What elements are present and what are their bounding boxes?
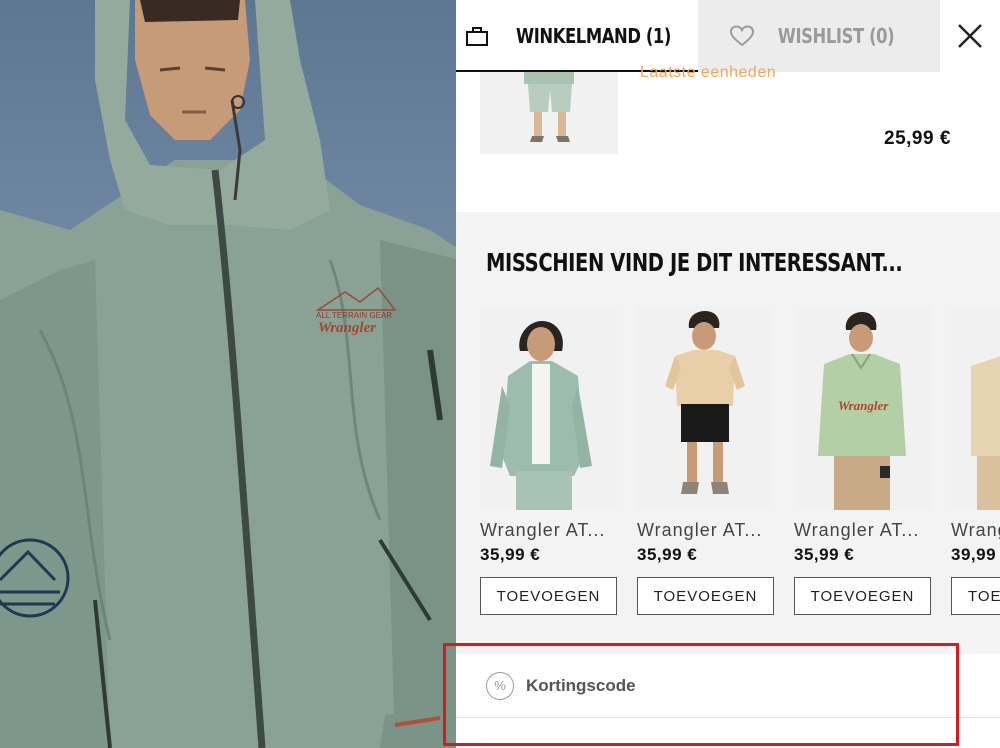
recommendations-list: Wrangler AT... 35,99 € TOEVOEGEN Wrangle… (480, 306, 1000, 626)
product-image[interactable]: Wrangler (794, 306, 931, 510)
product-name[interactable]: Wrangler AT... (637, 520, 774, 541)
cart-item: Laatste eenheden 25,99 € (456, 64, 1000, 212)
percent-icon: % (486, 671, 514, 700)
drawer-footer (456, 718, 1000, 748)
shopping-bag-icon (466, 27, 489, 46)
tab-wishlist-label: WISHLIST (0) (777, 24, 895, 48)
product-card: Wrang 39,99 TOE (951, 306, 1000, 615)
cart-drawer: WINKELMAND (1) WISHLIST (0) Laatste eenh (456, 0, 1000, 748)
hero-background: ALL TERRAIN GEAR Wrangler (0, 0, 460, 748)
product-card: Wrangler AT... 35,99 € TOEVOEGEN (480, 306, 617, 615)
product-image[interactable] (480, 306, 617, 510)
jacket-logo-text: Wrangler (318, 320, 376, 336)
recommendations-title: MISSCHIEN VIND JE DIT INTERESSANT... (486, 248, 903, 277)
product-name[interactable]: Wrang (951, 520, 1000, 541)
product-name[interactable]: Wrangler AT... (794, 520, 931, 541)
add-to-cart-button[interactable]: TOEVOEGEN (480, 577, 617, 615)
jacket-logo-subtext: ALL TERRAIN GEAR (316, 311, 392, 320)
product-image[interactable] (637, 306, 774, 510)
product-price: 35,99 € (794, 545, 855, 564)
cart-item-image[interactable] (480, 72, 618, 154)
heart-icon (729, 25, 754, 47)
add-to-cart-button[interactable]: TOE (951, 577, 1000, 615)
add-to-cart-button[interactable]: TOEVOEGEN (637, 577, 774, 615)
close-icon (958, 24, 982, 48)
product-price: 35,99 € (480, 545, 541, 564)
stock-note: Laatste eenheden (640, 64, 777, 81)
product-price: 35,99 € (637, 545, 698, 564)
product-name[interactable]: Wrangler AT... (480, 520, 617, 541)
svg-text:Wrangler: Wrangler (838, 398, 889, 413)
discount-code-label: Kortingscode (526, 675, 636, 695)
product-card: Wrangler AT... 35,99 € TOEVOEGEN (637, 306, 774, 615)
hero-model-illustration: ALL TERRAIN GEAR Wrangler (0, 0, 460, 748)
tab-wishlist[interactable]: WISHLIST (0) (698, 0, 938, 72)
drawer-tabs: WINKELMAND (1) WISHLIST (0) (456, 0, 1000, 72)
close-button[interactable] (940, 0, 1000, 72)
product-card: Wrangler Wrangler AT... 35,99 € TOEVOEGE… (794, 306, 931, 615)
cart-item-price: 25,99 € (884, 128, 951, 149)
tab-cart-label: WINKELMAND (1) (516, 24, 672, 48)
add-to-cart-button[interactable]: TOEVOEGEN (794, 577, 931, 615)
discount-code-row[interactable]: % Kortingscode (456, 654, 1000, 718)
product-price: 39,99 (951, 545, 997, 564)
tab-cart[interactable]: WINKELMAND (1) (456, 0, 698, 72)
product-image[interactable] (951, 306, 1000, 510)
